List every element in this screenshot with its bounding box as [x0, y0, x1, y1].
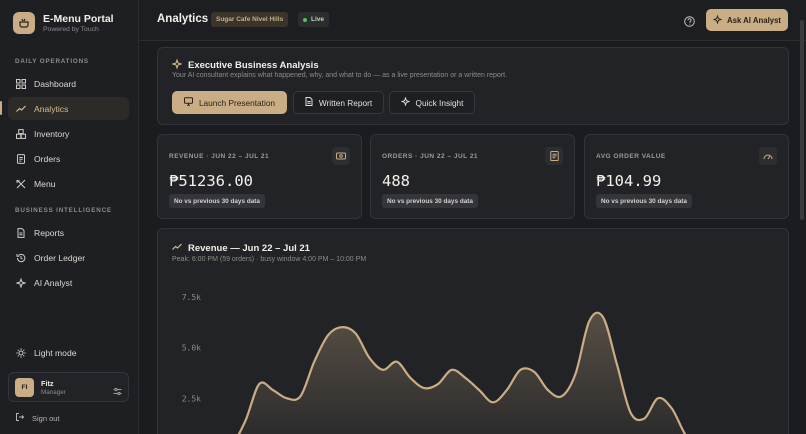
signout-icon — [16, 413, 25, 423]
executive-analysis-subtitle: Your AI consultant explains what happene… — [172, 72, 508, 79]
theme-toggle[interactable]: Light mode — [8, 341, 129, 364]
signout-label: Sign out — [32, 413, 60, 423]
utensils-icon — [16, 179, 26, 189]
live-badge: Live — [298, 12, 330, 27]
signout-button[interactable]: Sign out — [16, 413, 60, 423]
stat-label: REVENUE · JUN 22 – JUL 21 — [169, 153, 270, 160]
sparkles-icon — [16, 277, 26, 288]
active-indicator — [0, 101, 2, 115]
sidebar: E-Menu Portal Powered by Touch DAILY OPE… — [0, 0, 139, 434]
monitor-icon — [183, 97, 193, 108]
user-name: Fitz — [41, 378, 54, 388]
sidebar-item-label: Menu — [34, 178, 56, 189]
revenue-chart-title: Revenue — Jun 22 – Jul 21 — [172, 242, 310, 255]
ask-ai-analyst-label: Ask AI Analyst — [726, 15, 782, 25]
revenue-chart-subtitle: Peak: 6:00 PM (59 orders) · busy window … — [172, 256, 367, 263]
sidebar-item-inventory[interactable]: Inventory — [8, 122, 129, 145]
receipt-icon — [545, 147, 563, 165]
trend-icon — [172, 242, 182, 255]
quick-insight-label: Quick Insight — [415, 97, 464, 108]
revenue-chart-card: 7.5k 5.0k 2.5k Revenue — Jun 22 – Jul 21 P… — [157, 228, 789, 434]
sidebar-item-reports[interactable]: Reports — [8, 221, 129, 244]
ask-ai-analyst-button[interactable]: Ask AI Analyst — [706, 9, 788, 31]
trend-icon — [16, 104, 26, 114]
grid-icon — [16, 78, 26, 89]
section-label-daily: DAILY OPERATIONS — [15, 58, 89, 65]
stat-value: ₱104.99 — [596, 172, 662, 190]
cash-icon — [332, 147, 350, 165]
theme-toggle-label: Light mode — [34, 347, 77, 358]
gauge-icon — [759, 147, 777, 165]
sidebar-item-label: Order Ledger — [34, 252, 86, 263]
sidebar-item-dashboard[interactable]: Dashboard — [8, 72, 129, 95]
revenue-area — [239, 312, 686, 434]
help-icon[interactable] — [684, 14, 695, 32]
brand-logo-icon — [13, 12, 35, 34]
launch-presentation-label: Launch Presentation — [198, 97, 276, 108]
stat-value: 488 — [382, 172, 410, 190]
user-role: Manager — [41, 388, 66, 396]
history-icon — [16, 253, 26, 263]
sidebar-item-label: Inventory — [34, 128, 70, 139]
scrollbar[interactable] — [800, 20, 804, 220]
stat-comparison-chip: No vs previous 30 days data — [169, 194, 265, 208]
live-dot-icon — [303, 17, 307, 22]
sidebar-item-menu[interactable]: Menu — [8, 172, 129, 195]
stat-label: ORDERS · JUN 22 – JUL 21 — [382, 153, 479, 160]
document-icon — [16, 227, 26, 238]
written-report-button[interactable]: Written Report — [293, 91, 384, 114]
stat-value: ₱51236.00 — [169, 172, 253, 190]
section-label-bi: BUSINESS INTELLIGENCE — [15, 207, 112, 214]
sidebar-item-orders[interactable]: Orders — [8, 147, 129, 170]
sparkles-icon — [399, 96, 411, 108]
stat-card-avg-order: AVG ORDER VALUE ₱104.99 No vs previous 3… — [584, 134, 789, 219]
sliders-icon[interactable] — [113, 383, 122, 401]
launch-presentation-button[interactable]: Launch Presentation — [172, 91, 287, 114]
clipboard-icon — [16, 153, 26, 164]
sidebar-item-label: Orders — [34, 153, 61, 164]
executive-analysis-title: Executive Business Analysis — [171, 58, 319, 72]
topbar: Analytics Sugar Cafe Nivel Hills Live As… — [139, 0, 806, 41]
stat-label: AVG ORDER VALUE — [596, 153, 666, 160]
stat-card-revenue: REVENUE · JUN 22 – JUL 21 ₱51236.00 No v… — [157, 134, 362, 219]
location-badge: Sugar Cafe Nivel Hills — [211, 12, 289, 27]
avatar: FI — [15, 377, 34, 397]
revenue-chart-title-text: Revenue — Jun 22 – Jul 21 — [188, 243, 310, 254]
sidebar-item-label: Reports — [34, 227, 65, 238]
sidebar-item-order-ledger[interactable]: Order Ledger — [8, 246, 129, 269]
quick-insight-button[interactable]: Quick Insight — [389, 91, 475, 114]
y-tick-label: 2.5k — [182, 394, 201, 403]
brand-title: E-Menu Portal — [43, 13, 114, 25]
sidebar-item-label: Analytics — [34, 103, 69, 114]
sidebar-item-ai-analyst[interactable]: AI Analyst — [8, 271, 129, 294]
sparkles-icon — [712, 13, 723, 26]
brand-subtitle: Powered by Touch — [43, 26, 99, 33]
stat-comparison-chip: No vs previous 30 days data — [382, 194, 478, 208]
sidebar-item-label: AI Analyst — [34, 277, 73, 288]
sparkles-icon — [171, 58, 183, 72]
sidebar-item-analytics[interactable]: Analytics — [8, 97, 129, 120]
executive-analysis-title-text: Executive Business Analysis — [188, 60, 319, 71]
y-tick-label: 5.0k — [182, 344, 201, 353]
user-card[interactable]: FI Fitz Manager — [8, 372, 129, 402]
stat-card-orders: ORDERS · JUN 22 – JUL 21 488 No vs previ… — [370, 134, 575, 219]
executive-analysis-card: Executive Business Analysis Your AI cons… — [157, 47, 789, 125]
live-label: Live — [311, 16, 325, 23]
document-icon — [305, 97, 313, 108]
page-title: Analytics — [157, 13, 209, 25]
written-report-label: Written Report — [318, 97, 373, 108]
sun-icon — [16, 347, 26, 358]
stat-comparison-chip: No vs previous 30 days data — [596, 194, 692, 208]
brand[interactable]: E-Menu Portal Powered by Touch — [13, 12, 114, 34]
y-tick-label: 7.5k — [182, 293, 201, 302]
sidebar-item-label: Dashboard — [34, 78, 77, 89]
boxes-icon — [16, 128, 26, 139]
